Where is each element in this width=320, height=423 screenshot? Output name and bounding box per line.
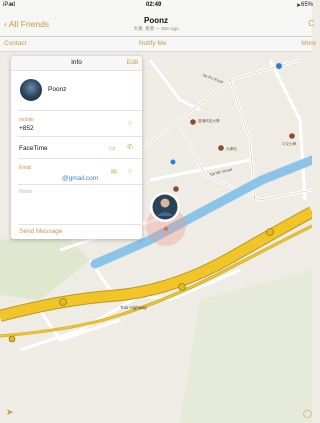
more-button[interactable]: More xyxy=(301,40,316,47)
divider xyxy=(18,158,142,159)
video-camera-icon[interactable]: ▭ xyxy=(109,145,116,152)
divider xyxy=(18,184,142,185)
poi-label: 香港科技大學 xyxy=(198,118,220,123)
poi-label: 中文大學 xyxy=(282,141,297,146)
email-label: Email xyxy=(19,165,32,171)
notes-label[interactable]: Notes xyxy=(19,189,32,195)
email-address[interactable]: @gmail.com xyxy=(62,175,98,182)
status-bar: iPad ≈ 02:49 ➤ 65% xyxy=(0,0,313,11)
poi-label: 大學站 xyxy=(226,146,237,151)
friend-pin-face xyxy=(160,198,170,208)
refresh-button[interactable]: C xyxy=(308,19,314,28)
road-label: Tolo Highway xyxy=(120,305,148,310)
message-icon[interactable]: ○ xyxy=(128,168,132,175)
contact-button[interactable]: Contact xyxy=(4,40,26,47)
divider xyxy=(18,136,142,137)
info-popover: Info Edit Poonz mobile +852 ○ FaceTime ▭… xyxy=(11,56,142,239)
mail-icon[interactable]: ✉ xyxy=(111,169,117,176)
send-message-button[interactable]: Send Message xyxy=(19,228,62,235)
location-arrow-icon[interactable]: ➤ xyxy=(6,407,14,418)
info-title: Info xyxy=(71,59,82,66)
message-icon[interactable]: ○ xyxy=(128,120,132,127)
info-button[interactable]: ◯ xyxy=(303,409,312,418)
toolbar: Contact Notify Me More xyxy=(0,37,316,52)
facetime-label: FaceTime xyxy=(19,145,48,152)
clock: 02:49 xyxy=(146,2,162,8)
battery-label: 65% xyxy=(300,2,313,8)
avatar xyxy=(19,78,43,102)
friend-location-dot xyxy=(163,226,169,232)
divider xyxy=(18,110,142,111)
info-header: Info Edit xyxy=(11,56,142,71)
location-subtitle: 大東, 香港 — 30m ago xyxy=(133,26,179,31)
contact-name: Poonz xyxy=(48,86,67,93)
page-title: Poonz xyxy=(144,16,168,25)
navigation-bar: ‹ All Friends Poonz 大東, 香港 — 30m ago C xyxy=(0,11,314,37)
phone-icon[interactable]: ✆ xyxy=(127,144,133,151)
notify-me-button[interactable]: Notify Me xyxy=(139,40,166,47)
wifi-icon: ≈ xyxy=(10,2,14,8)
divider xyxy=(18,224,142,225)
mobile-number[interactable]: +852 xyxy=(19,125,34,132)
edit-button[interactable]: Edit xyxy=(127,59,138,66)
mobile-label: mobile xyxy=(19,117,34,123)
